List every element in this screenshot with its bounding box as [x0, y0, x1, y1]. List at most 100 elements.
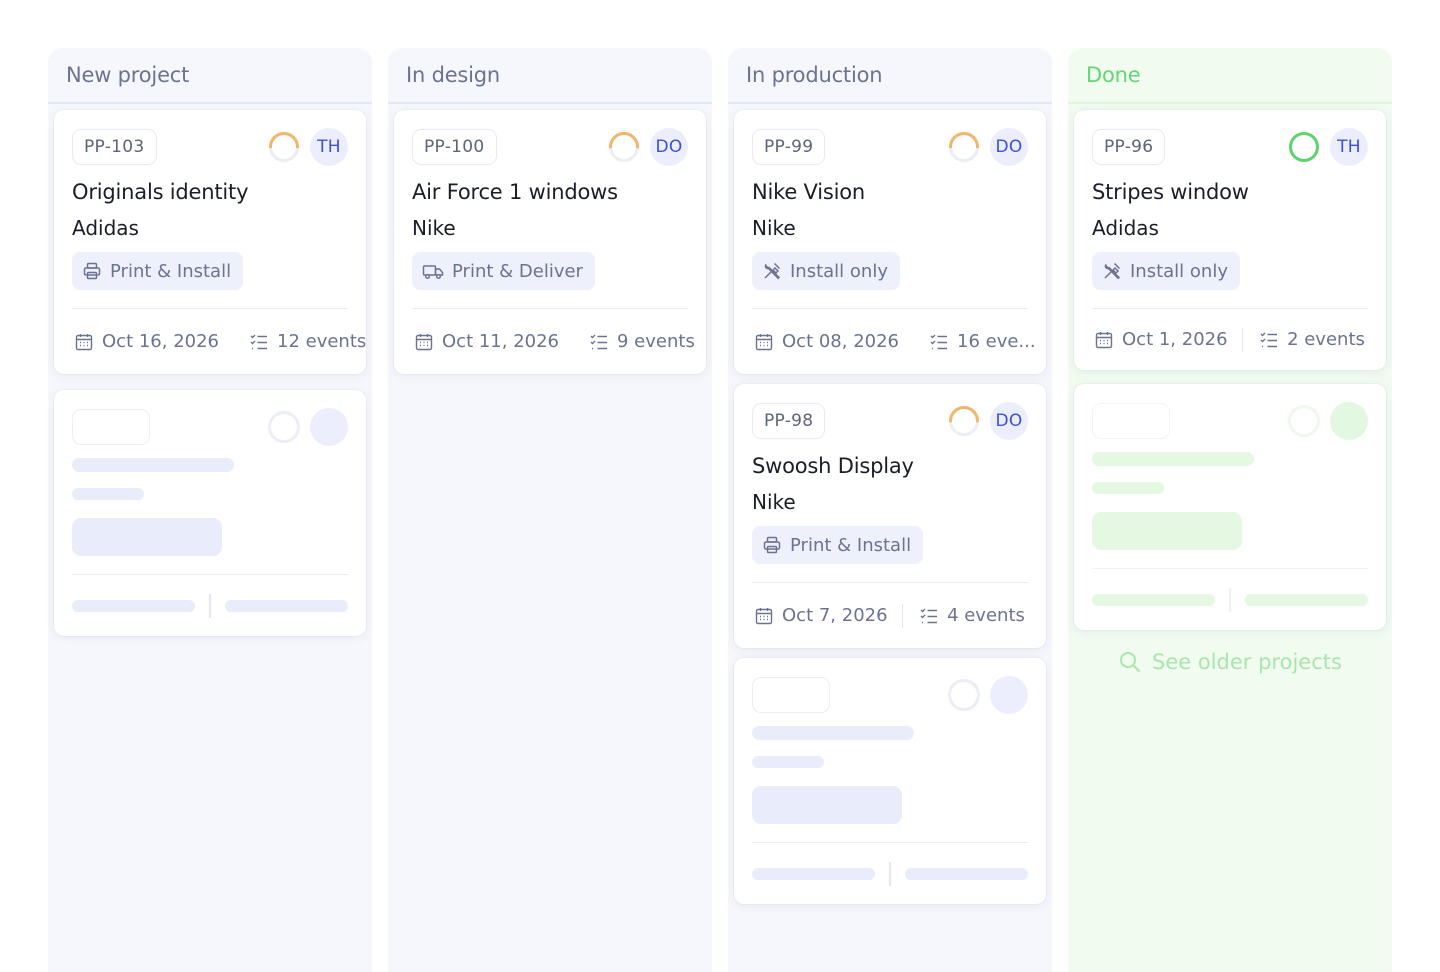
skeleton-line	[72, 458, 234, 472]
service-label: Print & Install	[790, 534, 912, 556]
project-card[interactable]: PP-96 TH Stripes window Adidas Install o…	[1074, 110, 1386, 370]
skeleton-ring	[268, 411, 300, 443]
project-title: Originals identity	[72, 180, 249, 204]
client-name: Nike	[412, 216, 456, 240]
skeleton-ring	[948, 679, 980, 711]
project-title: Nike Vision	[752, 180, 866, 204]
service-label: Print & Install	[110, 260, 232, 282]
events-count: 4 events	[947, 605, 1025, 626]
progress-ring-complete	[1289, 132, 1319, 162]
skeleton-card	[734, 658, 1046, 904]
skeleton-line	[72, 488, 144, 500]
progress-ring	[269, 132, 299, 162]
skeleton-line	[752, 867, 876, 880]
skeleton-line	[1244, 593, 1368, 606]
skeleton-ring	[1288, 405, 1320, 437]
events-count: 16 eve...	[957, 331, 1036, 352]
tools-icon	[764, 262, 781, 280]
skeleton-line	[752, 726, 914, 740]
printer-icon	[763, 536, 781, 554]
assignee-avatar[interactable]: DO	[990, 128, 1028, 166]
skeleton-line	[1092, 452, 1254, 466]
project-id: PP-96	[1092, 129, 1166, 165]
checklist-icon	[590, 334, 607, 349]
service-label: Install only	[790, 260, 888, 282]
truck-icon	[422, 265, 444, 280]
checklist-icon	[250, 334, 267, 349]
assignee-avatar[interactable]: DO	[650, 128, 688, 166]
see-older-projects-link[interactable]: See older projects	[1118, 650, 1342, 674]
project-title: Air Force 1 windows	[412, 180, 618, 204]
skeleton-line	[904, 867, 1028, 880]
client-name: Nike	[752, 490, 796, 514]
client-name: Nike	[752, 216, 796, 240]
events-count: 12 events	[277, 331, 367, 352]
column-new-project: New project PP-103 TH Originals identity…	[48, 48, 372, 972]
events-count: 9 events	[617, 331, 695, 352]
calendar-icon	[75, 333, 93, 350]
project-card[interactable]: PP-99 DO Nike Vision Nike Install only O…	[734, 110, 1046, 374]
checklist-icon	[930, 334, 947, 349]
project-card[interactable]: PP-103 TH Originals identity Adidas Prin…	[54, 110, 366, 374]
column-in-production: In production PP-99 DO Nike Vision Nike …	[728, 48, 1052, 972]
skeleton-avatar	[990, 676, 1028, 714]
skeleton-card	[1074, 384, 1386, 630]
assignee-avatar[interactable]: DO	[990, 402, 1028, 440]
skeleton-line	[224, 599, 348, 612]
service-label: Print & Deliver	[452, 260, 583, 282]
skeleton-badge	[752, 786, 902, 824]
progress-ring	[609, 132, 639, 162]
skeleton-badge	[72, 518, 222, 556]
calendar-icon	[755, 333, 773, 350]
events-count: 2 events	[1287, 329, 1365, 350]
due-date: Oct 11, 2026	[442, 331, 559, 352]
project-title: Stripes window	[1092, 180, 1249, 204]
skeleton-line	[752, 756, 824, 768]
column-title: Done	[1068, 48, 1392, 104]
skeleton-line	[1092, 482, 1164, 494]
assignee-avatar[interactable]: TH	[310, 128, 348, 166]
project-id: PP-100	[412, 129, 497, 165]
skeleton-avatar	[310, 408, 348, 446]
column-title: New project	[48, 48, 372, 104]
printer-icon	[83, 262, 101, 280]
service-badge: Install only	[752, 252, 900, 290]
skeleton-avatar	[1330, 402, 1368, 440]
column-title: In production	[728, 48, 1052, 104]
service-label: Install only	[1130, 260, 1228, 282]
due-date: Oct 1, 2026	[1122, 329, 1228, 350]
skeleton-line	[72, 599, 196, 612]
client-name: Adidas	[72, 216, 139, 240]
due-date: Oct 7, 2026	[782, 605, 888, 626]
service-badge: Install only	[1092, 252, 1240, 290]
search-icon	[1120, 652, 1140, 672]
see-older-label: See older projects	[1152, 650, 1342, 674]
skeleton-line	[1092, 593, 1216, 606]
skeleton-badge	[1092, 512, 1242, 550]
client-name: Adidas	[1092, 216, 1159, 240]
assignee-avatar[interactable]: TH	[1330, 128, 1368, 166]
service-badge: Print & Install	[72, 252, 244, 290]
column-title: In design	[388, 48, 712, 104]
column-done: Done PP-96 TH Stripes window Adidas Inst…	[1068, 48, 1392, 972]
calendar-icon	[755, 607, 773, 624]
project-id: PP-103	[72, 129, 157, 165]
due-date: Oct 08, 2026	[782, 331, 899, 352]
skeleton-chip	[1092, 403, 1170, 439]
progress-ring	[949, 406, 979, 436]
calendar-icon	[415, 333, 433, 350]
progress-ring	[949, 132, 979, 162]
project-card[interactable]: PP-98 DO Swoosh Display Nike Print & Ins…	[734, 384, 1046, 648]
skeleton-card	[54, 390, 366, 636]
project-card[interactable]: PP-100 DO Air Force 1 windows Nike Print…	[394, 110, 706, 374]
project-id: PP-99	[752, 129, 826, 165]
project-id: PP-98	[752, 403, 826, 439]
service-badge: Print & Install	[752, 526, 924, 564]
checklist-icon	[1260, 332, 1278, 347]
project-title: Swoosh Display	[752, 454, 914, 478]
due-date: Oct 16, 2026	[102, 331, 219, 352]
service-badge: Print & Deliver	[412, 252, 595, 290]
column-in-design: In design PP-100 DO Air Force 1 windows …	[388, 48, 712, 972]
tools-icon	[1104, 262, 1121, 280]
checklist-icon	[920, 608, 938, 623]
